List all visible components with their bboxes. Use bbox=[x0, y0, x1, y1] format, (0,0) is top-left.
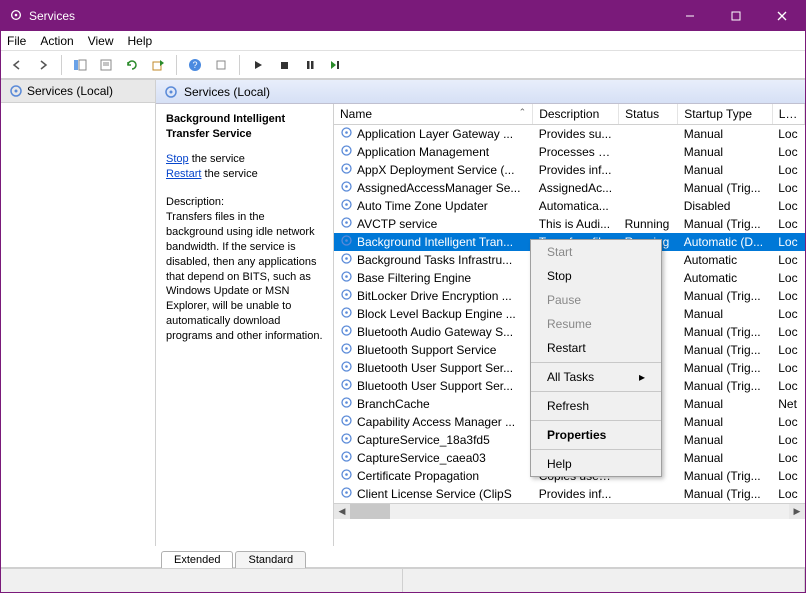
gear-icon bbox=[340, 378, 353, 394]
detail-pane: Background Intelligent Transfer Service … bbox=[156, 104, 334, 546]
gear-icon bbox=[340, 216, 353, 232]
service-row[interactable]: Auto Time Zone UpdaterAutomatica...Disab… bbox=[334, 197, 805, 215]
properties-button[interactable] bbox=[94, 53, 118, 77]
view-tabs: Extended Standard bbox=[1, 546, 805, 568]
toolbar: ? bbox=[1, 51, 805, 79]
gear-icon bbox=[340, 414, 353, 430]
service-row[interactable]: Application ManagementProcesses in...Man… bbox=[334, 143, 805, 161]
column-header-log[interactable]: Log bbox=[772, 104, 804, 125]
service-row[interactable]: AppX Deployment Service (...Provides inf… bbox=[334, 161, 805, 179]
back-button[interactable] bbox=[5, 53, 29, 77]
service-row[interactable]: Application Layer Gateway ...Provides su… bbox=[334, 125, 805, 144]
service-row[interactable]: AssignedAccessManager Se...AssignedAc...… bbox=[334, 179, 805, 197]
stop-service-link[interactable]: Stop bbox=[166, 153, 189, 165]
context-menu: StartStopPauseResumeRestart All Tasks▸ Ref… bbox=[530, 239, 662, 477]
context-menu-properties[interactable]: Properties bbox=[531, 423, 661, 447]
gear-icon bbox=[340, 342, 353, 358]
gear-icon bbox=[340, 162, 353, 178]
show-hide-tree-button[interactable] bbox=[68, 53, 92, 77]
menu-file[interactable]: File bbox=[7, 34, 26, 48]
main-area: Services (Local) Services (Local) Backgr… bbox=[1, 79, 805, 546]
scroll-left-icon[interactable]: ◀ bbox=[334, 504, 350, 519]
right-body: Background Intelligent Transfer Service … bbox=[156, 104, 805, 546]
start-service-button[interactable] bbox=[246, 53, 270, 77]
context-menu-restart[interactable]: Restart bbox=[531, 336, 661, 360]
minimize-button[interactable] bbox=[667, 1, 713, 31]
window-title: Services bbox=[29, 9, 667, 23]
gear-icon bbox=[9, 84, 23, 98]
gear-icon bbox=[340, 486, 353, 502]
services-gear-icon bbox=[9, 8, 23, 25]
context-menu-pause: Pause bbox=[531, 288, 661, 312]
svg-text:?: ? bbox=[192, 60, 197, 70]
stop-service-button[interactable] bbox=[272, 53, 296, 77]
gear-icon bbox=[340, 180, 353, 196]
refresh-button[interactable] bbox=[120, 53, 144, 77]
context-menu-stop[interactable]: Stop bbox=[531, 264, 661, 288]
selected-service-name: Background Intelligent Transfer Service bbox=[166, 112, 323, 142]
console-tree: Services (Local) bbox=[1, 80, 156, 546]
tree-item-services-local[interactable]: Services (Local) bbox=[1, 80, 155, 103]
description-text: Transfers files in the background using … bbox=[166, 210, 323, 344]
column-header-startup-type[interactable]: Startup Type bbox=[678, 104, 773, 125]
tab-extended[interactable]: Extended bbox=[161, 551, 233, 568]
tree-item-label: Services (Local) bbox=[27, 84, 113, 98]
menu-view[interactable]: View bbox=[88, 34, 114, 48]
services-window: Services File Action View Help ? bbox=[0, 0, 806, 593]
gear-icon bbox=[340, 270, 353, 286]
right-panel-header: Services (Local) bbox=[156, 80, 805, 104]
column-header-name[interactable]: Name⌃ bbox=[334, 104, 533, 125]
maximize-button[interactable] bbox=[713, 1, 759, 31]
gear-icon bbox=[340, 432, 353, 448]
close-button[interactable] bbox=[759, 1, 805, 31]
right-panel: Services (Local) Background Intelligent … bbox=[156, 80, 805, 546]
gear-icon bbox=[340, 234, 353, 250]
gear-icon bbox=[340, 144, 353, 160]
help-button[interactable]: ? bbox=[183, 53, 207, 77]
gear-icon bbox=[340, 288, 353, 304]
gear-icon bbox=[340, 324, 353, 340]
gear-icon bbox=[340, 198, 353, 214]
toolbar-extra-button[interactable] bbox=[209, 53, 233, 77]
restart-service-link[interactable]: Restart bbox=[166, 168, 201, 180]
gear-icon bbox=[340, 252, 353, 268]
tab-standard[interactable]: Standard bbox=[235, 551, 306, 568]
submenu-arrow-icon: ▸ bbox=[639, 370, 645, 384]
menubar: File Action View Help bbox=[1, 31, 805, 51]
scroll-right-icon[interactable]: ▶ bbox=[789, 504, 805, 519]
titlebar[interactable]: Services bbox=[1, 1, 805, 31]
gear-icon bbox=[340, 468, 353, 484]
gear-icon bbox=[340, 450, 353, 466]
service-row[interactable]: Client License Service (ClipSProvides in… bbox=[334, 485, 805, 503]
service-row[interactable]: AVCTP serviceThis is Audi...RunningManua… bbox=[334, 215, 805, 233]
forward-button[interactable] bbox=[31, 53, 55, 77]
gear-icon bbox=[340, 396, 353, 412]
restart-service-button[interactable] bbox=[324, 53, 348, 77]
menu-help[interactable]: Help bbox=[128, 34, 153, 48]
pause-service-button[interactable] bbox=[298, 53, 322, 77]
gear-icon bbox=[340, 306, 353, 322]
gear-icon bbox=[164, 85, 178, 99]
gear-icon bbox=[340, 360, 353, 376]
context-menu-start: Start bbox=[531, 240, 661, 264]
export-button[interactable] bbox=[146, 53, 170, 77]
context-menu-refresh[interactable]: Refresh bbox=[531, 394, 661, 418]
right-panel-title: Services (Local) bbox=[184, 85, 270, 99]
sort-asc-icon: ⌃ bbox=[519, 107, 527, 118]
column-header-description[interactable]: Description bbox=[533, 104, 619, 125]
description-label: Description: bbox=[166, 195, 323, 210]
horizontal-scrollbar[interactable]: ◀ ▶ bbox=[334, 503, 805, 519]
context-menu-all-tasks[interactable]: All Tasks▸ bbox=[531, 365, 661, 389]
services-list: Name⌃DescriptionStatusStartup TypeLog Ap… bbox=[334, 104, 805, 546]
context-menu-resume: Resume bbox=[531, 312, 661, 336]
column-header-status[interactable]: Status bbox=[619, 104, 678, 125]
status-bar bbox=[1, 568, 805, 592]
menu-action[interactable]: Action bbox=[40, 34, 73, 48]
context-menu-help[interactable]: Help bbox=[531, 452, 661, 476]
gear-icon bbox=[340, 126, 353, 142]
